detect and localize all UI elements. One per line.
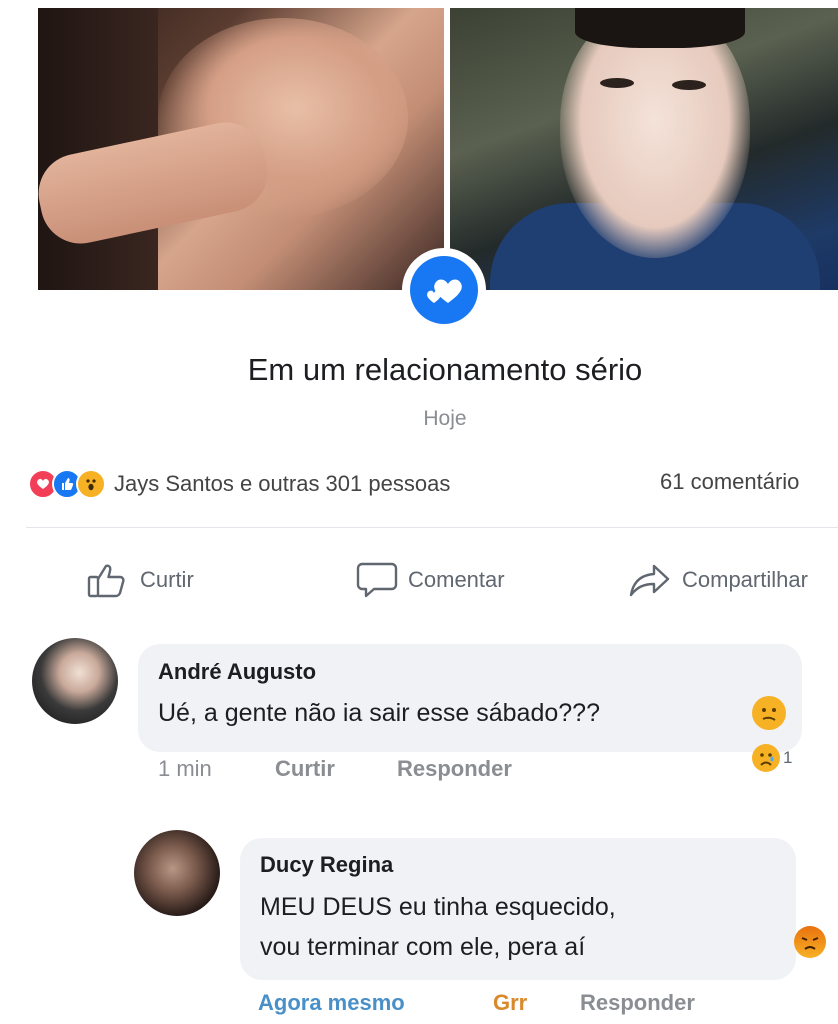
comment-bubble: Ducy Regina MEU DEUS eu tinha esquecido,… <box>240 838 796 980</box>
comment-text-line: MEU DEUS eu tinha esquecido, <box>260 893 616 921</box>
comment-reaction-badge[interactable]: 1 <box>752 744 792 772</box>
comments-count[interactable]: 61 comentário <box>660 469 799 495</box>
wow-icon <box>76 469 106 499</box>
eye-shape <box>600 78 634 88</box>
comment-reply-link[interactable]: Responder <box>580 990 695 1016</box>
comment-reply-link[interactable]: Responder <box>397 756 512 782</box>
eye-shape <box>672 80 706 90</box>
reaction-count: 1 <box>783 748 793 767</box>
angry-emoji-icon[interactable] <box>794 926 826 958</box>
like-label: Curtir <box>140 567 194 592</box>
hearts-icon <box>410 256 478 324</box>
reactions-summary-text[interactable]: Jays Santos e outras 301 pessoas <box>114 471 450 497</box>
divider <box>26 527 838 528</box>
comment-author[interactable]: André Augusto <box>158 659 316 685</box>
comment-time: Agora mesmo <box>258 990 405 1015</box>
relationship-status-title: Em um relacionamento sério <box>247 352 643 387</box>
sad-emoji-icon <box>752 744 780 772</box>
hair-shape <box>575 8 745 48</box>
comment-label: Comentar <box>408 567 505 592</box>
share-button[interactable]: Compartilhar <box>628 560 808 600</box>
avatar[interactable] <box>32 638 118 724</box>
comment-author[interactable]: Ducy Regina <box>260 852 393 878</box>
photo-partner-left[interactable] <box>38 8 444 290</box>
comment-text-line: vou terminar com ele, pera aí <box>260 933 586 961</box>
relationship-heart-badge <box>402 248 486 332</box>
comment-like-link[interactable]: Curtir <box>275 756 335 782</box>
comment-text: Ué, a gente não ia sair esse sábado??? <box>158 699 600 727</box>
share-arrow-icon <box>628 562 672 598</box>
photo-partner-right[interactable] <box>450 8 838 290</box>
comment-time: 1 min <box>158 756 212 781</box>
confused-emoji-icon <box>752 696 786 730</box>
share-label: Compartilhar <box>682 567 808 592</box>
comment-reaction-link[interactable]: Grr <box>493 990 527 1016</box>
thumbs-up-icon <box>86 562 130 598</box>
comment-button[interactable]: Comentar <box>356 560 505 600</box>
post-date: Hoje <box>423 407 467 430</box>
avatar[interactable] <box>134 830 220 916</box>
comment-bubble: André Augusto Ué, a gente não ia sair es… <box>138 644 802 752</box>
like-button[interactable]: Curtir <box>86 560 194 600</box>
speech-bubble-icon <box>356 561 398 599</box>
